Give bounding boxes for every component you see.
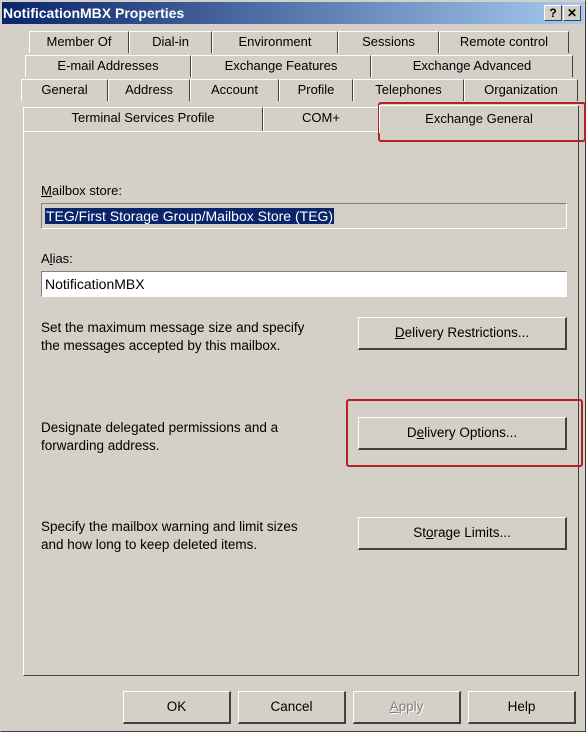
close-icon[interactable]: ✕ bbox=[563, 5, 581, 21]
title-bar[interactable]: NotificationMBX Properties ? ✕ bbox=[2, 2, 584, 24]
storage-limits-button[interactable]: Storage Limits... bbox=[358, 517, 567, 550]
tab-telephones[interactable]: Telephones bbox=[353, 79, 464, 101]
delivery-restrictions-button[interactable]: Delivery Restrictions... bbox=[358, 317, 567, 350]
tab-sessions[interactable]: Sessions bbox=[338, 31, 439, 53]
tab-address[interactable]: Address bbox=[108, 79, 190, 101]
tab-account[interactable]: Account bbox=[190, 79, 279, 101]
window-title: NotificationMBX Properties bbox=[3, 5, 185, 21]
tab-com-plus[interactable]: COM+ bbox=[263, 107, 379, 131]
apply-button[interactable]: Apply bbox=[353, 691, 461, 724]
help-icon[interactable]: ? bbox=[544, 5, 562, 21]
mailbox-store-value: TEG/First Storage Group/Mailbox Store (T… bbox=[45, 208, 335, 224]
tab-member-of[interactable]: Member Of bbox=[29, 31, 129, 53]
delivery-options-description: Designate delegated permissions and a fo… bbox=[41, 420, 279, 453]
cancel-button[interactable]: Cancel bbox=[238, 691, 346, 724]
mailbox-store-label: Mailbox store: bbox=[41, 183, 122, 198]
tab-environment[interactable]: Environment bbox=[212, 31, 338, 53]
tab-exchange-features[interactable]: Exchange Features bbox=[191, 55, 371, 77]
tab-dial-in[interactable]: Dial-in bbox=[129, 31, 212, 53]
alias-input[interactable]: NotificationMBX bbox=[41, 271, 567, 297]
delivery-options-button[interactable]: Delivery Options... bbox=[358, 417, 567, 450]
mailbox-store-field[interactable]: TEG/First Storage Group/Mailbox Store (T… bbox=[41, 203, 567, 229]
help-button[interactable]: Help bbox=[468, 691, 576, 724]
tab-terminal-services-profile[interactable]: Terminal Services Profile bbox=[23, 107, 263, 131]
tab-organization[interactable]: Organization bbox=[464, 79, 578, 101]
tab-exchange-general[interactable]: Exchange General bbox=[379, 105, 579, 133]
tab-exchange-advanced[interactable]: Exchange Advanced bbox=[371, 55, 573, 77]
storage-limits-description: Specify the mailbox warning and limit si… bbox=[41, 519, 298, 552]
delivery-restrictions-description: Set the maximum message size and specify… bbox=[41, 320, 305, 353]
properties-dialog: NotificationMBX Properties ? ✕ Member Of… bbox=[0, 0, 586, 732]
tab-remote-control[interactable]: Remote control bbox=[439, 31, 569, 53]
tab-email-addresses[interactable]: E-mail Addresses bbox=[25, 55, 191, 77]
tab-profile[interactable]: Profile bbox=[279, 79, 353, 101]
ok-button[interactable]: OK bbox=[123, 691, 231, 724]
tab-general[interactable]: General bbox=[21, 79, 108, 101]
alias-label: Alias: bbox=[41, 251, 73, 266]
